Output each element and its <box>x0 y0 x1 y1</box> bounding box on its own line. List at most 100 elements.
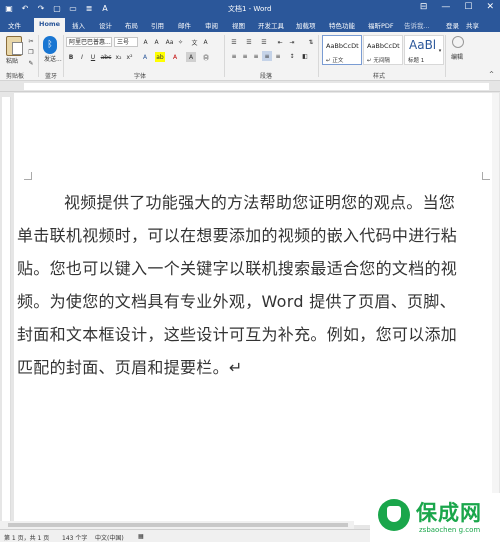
paste-button[interactable]: 粘贴 <box>6 56 18 65</box>
tab-file[interactable]: 文件 <box>8 20 21 30</box>
margin-corner-mark <box>24 172 32 180</box>
styles-more-icon[interactable]: ▾ <box>437 38 443 64</box>
search-icon[interactable] <box>452 36 464 48</box>
tell-me-box[interactable]: 告诉我... <box>404 20 430 30</box>
italic-icon[interactable]: I <box>78 52 86 62</box>
ribbon-display-icon[interactable]: ⊟ <box>420 2 428 12</box>
editing-group-label[interactable]: 编辑 <box>451 52 463 61</box>
tab-developer[interactable]: 开发工具 <box>258 20 284 30</box>
tab-mailings[interactable]: 邮件 <box>178 20 191 30</box>
tab-home[interactable]: Home <box>34 18 66 32</box>
superscript-icon[interactable]: x² <box>125 52 134 62</box>
tab-view[interactable]: 视图 <box>232 20 245 30</box>
sort-icon[interactable]: ⇅ <box>306 37 316 47</box>
font-name-combo[interactable]: 阿里巴巴普惠... <box>66 37 112 47</box>
shading-icon[interactable]: ◧ <box>300 51 310 61</box>
justify-icon[interactable]: ≡ <box>262 51 272 61</box>
phonetic-icon[interactable]: 文 <box>190 37 199 47</box>
strikethrough-icon[interactable]: abc <box>101 52 112 62</box>
maximize-button[interactable]: ☐ <box>464 2 472 12</box>
scrollbar-thumb[interactable] <box>8 523 348 527</box>
format-icon[interactable]: ≣ <box>84 3 94 13</box>
tab-foxit-pdf[interactable]: 福昕PDF <box>368 20 394 30</box>
document-paragraph[interactable]: 视频提供了功能强大的方法帮助您证明您的观点。当您单击联机视频时，可以在想要添加的… <box>17 186 467 384</box>
decrease-indent-icon[interactable]: ⇤ <box>275 37 285 47</box>
vertical-ruler[interactable] <box>2 97 11 525</box>
vertical-scrollbar[interactable] <box>492 93 499 521</box>
share-button[interactable]: 共享 <box>466 20 479 30</box>
divider <box>445 35 446 77</box>
tab-insert[interactable]: 插入 <box>72 20 85 30</box>
style-name: ↵ 无间隔 <box>367 58 390 64</box>
undo-icon[interactable]: ↶ <box>20 3 30 13</box>
style-sample: AaBbCcDt <box>367 42 400 50</box>
style-sample: AaBl <box>409 38 437 52</box>
save-icon[interactable]: ▣ <box>4 3 14 13</box>
numbering-icon[interactable]: ☰ <box>244 37 254 47</box>
text-effects-icon[interactable]: A <box>140 52 150 62</box>
font-color-icon[interactable]: A <box>100 3 110 13</box>
underline-icon[interactable]: U <box>89 52 97 62</box>
site-watermark: 保成网 zsbaochen g.com <box>370 493 500 542</box>
new-doc-icon[interactable]: ▢ <box>52 3 62 13</box>
word-count[interactable]: 143 个字 <box>62 533 87 542</box>
clear-format-icon[interactable]: ✧ <box>176 37 185 47</box>
increase-indent-icon[interactable]: ⇥ <box>287 37 297 47</box>
tab-references[interactable]: 引用 <box>151 20 164 30</box>
char-shading-icon[interactable]: A <box>186 52 196 62</box>
tab-features[interactable]: 特色功能 <box>329 20 355 30</box>
language-indicator[interactable]: 中文(中国) <box>95 533 124 542</box>
margin-corner-mark <box>482 172 490 180</box>
bold-icon[interactable]: B <box>67 52 75 62</box>
tab-layout[interactable]: 布局 <box>125 20 138 30</box>
char-border-icon[interactable]: A <box>201 37 210 47</box>
collapse-ribbon-icon[interactable]: ^ <box>489 71 494 78</box>
window-controls: ⊟ — ☐ ✕ <box>420 2 494 12</box>
font-color-icon[interactable]: A <box>170 52 180 62</box>
style-sample: AaBbCcDt <box>326 42 359 50</box>
title-bar: ▣ ↶ ↷ ▢ ▭ ≣ A 文档1 - Word ⊟ — ☐ ✕ <box>0 0 500 17</box>
tab-design[interactable]: 设计 <box>99 20 112 30</box>
tab-review[interactable]: 审阅 <box>205 20 218 30</box>
font-group-label: 字体 <box>134 73 147 80</box>
align-center-icon[interactable]: ≡ <box>240 51 250 61</box>
login-link[interactable]: 登录 <box>446 20 459 30</box>
align-right-icon[interactable]: ≡ <box>251 51 261 61</box>
subscript-icon[interactable]: x₂ <box>114 52 123 62</box>
brand-url: zsbaochen g.com <box>419 526 481 534</box>
horizontal-scrollbar[interactable] <box>0 521 354 529</box>
distributed-icon[interactable]: ≡ <box>273 51 283 61</box>
tab-addins[interactable]: 加载项 <box>296 20 316 30</box>
copy-icon[interactable]: ❐ <box>26 48 36 57</box>
horizontal-ruler[interactable] <box>0 81 500 92</box>
line-spacing-icon[interactable]: ↕ <box>287 51 297 61</box>
font-size-combo[interactable]: 三号 <box>114 37 138 47</box>
track-changes-icon[interactable]: ▦ <box>138 533 144 540</box>
minimize-button[interactable]: — <box>441 2 450 12</box>
align-left-icon[interactable]: ≡ <box>229 51 239 61</box>
home-ribbon: 粘贴 ✂ ❐ ✎ 剪贴板 ᛒ 发送... 蓝牙 阿里巴巴普惠... 三号 A A… <box>0 32 500 81</box>
open-icon[interactable]: ▭ <box>68 3 78 13</box>
bluetooth-send-button[interactable]: 发送... <box>44 54 62 63</box>
bluetooth-icon[interactable]: ᛒ <box>43 36 57 54</box>
change-case-icon[interactable]: Aa <box>165 37 174 47</box>
style-no-spacing[interactable]: AaBbCcDt ↵ 无间隔 <box>363 35 403 65</box>
format-painter-icon[interactable]: ✎ <box>26 59 36 68</box>
close-button[interactable]: ✕ <box>486 2 494 12</box>
redo-icon[interactable]: ↷ <box>36 3 46 13</box>
style-normal[interactable]: AaBbCcDt ↵ 正文 <box>322 35 362 65</box>
highlight-icon[interactable]: ab <box>155 52 165 62</box>
cut-icon[interactable]: ✂ <box>26 37 36 46</box>
page-count[interactable]: 第 1 页，共 1 页 <box>4 533 49 542</box>
shrink-font-icon[interactable]: A <box>152 37 161 47</box>
grow-font-icon[interactable]: A <box>141 37 150 47</box>
bullets-icon[interactable]: ☰ <box>229 37 239 47</box>
divider <box>318 35 319 77</box>
enclose-char-icon[interactable]: ㊐ <box>201 52 211 62</box>
ribbon-tabs: 文件 Home 插入 设计 布局 引用 邮件 审阅 视图 开发工具 加载项 特色… <box>0 17 500 32</box>
quick-access-toolbar: ▣ ↶ ↷ ▢ ▭ ≣ A <box>4 3 110 13</box>
paste-icon[interactable] <box>6 36 23 56</box>
paragraph-group-label: 段落 <box>260 73 273 80</box>
divider <box>224 35 225 77</box>
multilevel-icon[interactable]: ☰ <box>259 37 269 47</box>
